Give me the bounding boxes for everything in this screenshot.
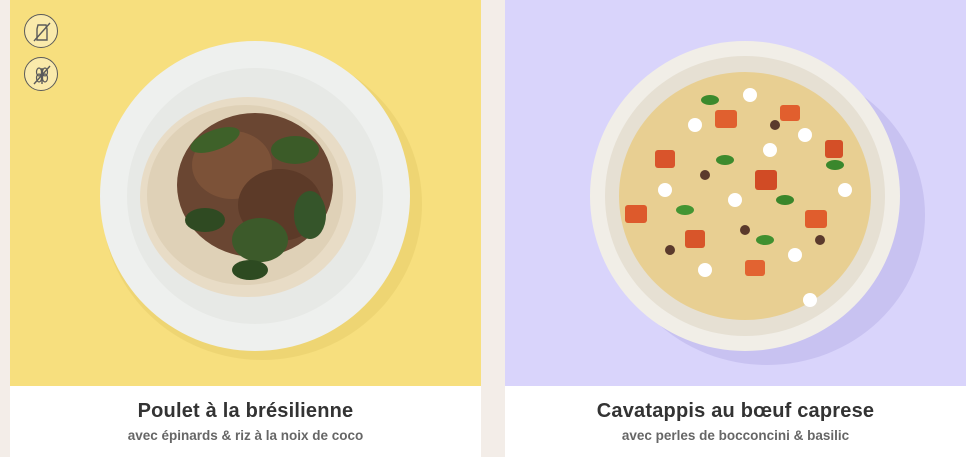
no-dairy-icon bbox=[33, 22, 51, 42]
recipe-caption: Cavatappis au bœuf caprese avec perles d… bbox=[505, 386, 966, 457]
recipe-card-cavatappi-beef[interactable]: Cavatappis au bœuf caprese avec perles d… bbox=[505, 0, 966, 457]
recipe-title[interactable]: Cavatappis au bœuf caprese bbox=[505, 400, 966, 423]
plate-illustration bbox=[100, 41, 422, 360]
recipe-subtitle: avec épinards & riz à la noix de coco bbox=[127, 428, 364, 443]
recipe-photo-cavatappi-beef[interactable] bbox=[505, 0, 966, 386]
no-gluten-icon bbox=[33, 65, 51, 85]
no-dairy-badge bbox=[24, 14, 58, 48]
recipe-photo-brazilian-chicken[interactable] bbox=[10, 0, 481, 386]
recipe-card-brazilian-chicken[interactable]: Poulet à la brésilienne avec épinards & … bbox=[10, 0, 481, 457]
recipe-subtitle: avec perles de bocconcini & basilic bbox=[621, 428, 850, 443]
recipe-caption: Poulet à la brésilienne avec épinards & … bbox=[10, 386, 481, 457]
recipe-title[interactable]: Poulet à la brésilienne bbox=[10, 400, 481, 423]
no-gluten-badge bbox=[24, 57, 58, 91]
bowl-illustration bbox=[590, 41, 925, 365]
